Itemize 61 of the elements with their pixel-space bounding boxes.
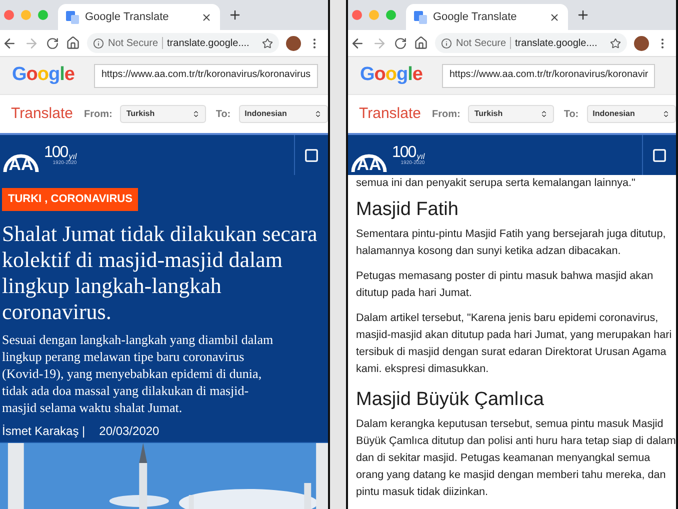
body-paragraph: Dalam artikel tersebut, "Karena jenis baru epidemi coronavirus, masjid-masjid akan ditutup pada hari Jumat, yang merupakan hari tersibuk di masjid dengan surat edaran Direktorat Urusan Agama kami. ekspresi dimasukkan. [356, 311, 673, 377]
url-field[interactable]: https://www.aa.com.tr/tr/koronavirus/koronavirus [94, 64, 318, 88]
target-language-select[interactable]: Indonesian [586, 105, 676, 123]
browser-tab[interactable]: Google Translate [406, 4, 568, 30]
translate-favicon [414, 10, 427, 24]
security-label: Not Secure [108, 36, 158, 50]
target-language-select[interactable]: Indonesian [238, 105, 328, 123]
publish-date: 20/03/2020 [99, 422, 160, 440]
anniversary-suffix: yıl [416, 152, 425, 160]
menu-square-icon[interactable] [304, 148, 319, 162]
bookmark-star-icon[interactable] [262, 38, 273, 48]
address-bar[interactable]: Not Secure translate.google.... [87, 33, 279, 53]
close-tab-icon[interactable] [549, 12, 560, 22]
from-label: From: [432, 108, 460, 122]
url-field[interactable]: https://www.aa.com.tr/tr/koronavirus/koronavir [442, 64, 656, 88]
browser-tab[interactable]: Google Translate [58, 4, 220, 30]
reload-icon[interactable] [394, 36, 407, 50]
google-logo: Google [12, 63, 74, 88]
anniversary-number: 100 [44, 144, 68, 160]
back-icon[interactable] [350, 36, 365, 50]
back-icon[interactable] [2, 36, 17, 50]
select-arrow-icon [192, 110, 200, 118]
select-arrow-icon [662, 110, 670, 118]
home-icon[interactable] [66, 36, 80, 50]
profile-avatar[interactable] [634, 36, 649, 50]
author-name[interactable]: İsmet Karakaş | [2, 422, 86, 440]
google-logo: Google [360, 63, 422, 88]
new-tab-icon[interactable] [228, 8, 242, 22]
to-label: To: [564, 108, 579, 122]
home-icon[interactable] [414, 36, 428, 50]
info-icon [93, 38, 104, 48]
translate-title: Translate [11, 104, 73, 124]
info-icon [441, 38, 452, 48]
translate-title: Translate [359, 104, 421, 124]
select-arrow-icon [314, 110, 322, 118]
to-label: To: [216, 108, 231, 122]
reload-icon[interactable] [46, 36, 59, 50]
anniversary-number: 100 [392, 144, 416, 160]
translate-favicon [66, 10, 79, 24]
source-language-select[interactable]: Turkish [120, 105, 206, 123]
from-label: From: [84, 108, 112, 122]
anniversary-suffix: yıl [68, 152, 77, 160]
source-language-select[interactable]: Turkish [468, 105, 554, 123]
page-address: translate.google.... [515, 36, 598, 50]
body-paragraph: Dalam kerangka keputusan tersebut, semua pintu masuk Masjid Büyük Çamlıca ditutup dan polisi anti huru hara tetap siap di dalam dan di sekitar masjid. Petugas keamanan menyangkal semua orang yang datang ke masjid dengan memberi tahu mereka, dan pintu masuk tidak diizinkan. [356, 417, 676, 500]
address-bar[interactable]: Not Secure translate.google.... [435, 33, 627, 53]
security-label: Not Secure [456, 36, 506, 50]
section-heading: Masjid Büyük Çamlıca [356, 388, 545, 412]
new-tab-icon[interactable] [576, 8, 590, 22]
body-paragraph: Petugas memasang poster di pintu masuk bahwa masjid akan ditutup pada hari Jumat. [356, 269, 654, 301]
select-arrow-icon [540, 110, 548, 118]
body-paragraph: Sementara pintu-pintu Masjid Fatih yang bersejarah juga ditutup, halamannya kosong dan sunyi ketika adzan dibacakan. [356, 227, 667, 259]
bookmark-star-icon[interactable] [610, 38, 621, 48]
close-tab-icon[interactable] [201, 12, 212, 22]
section-heading: Masjid Fatih [356, 198, 460, 222]
article-title: Shalat Jumat tidak dilakukan secara kolektif di masjid-masjid dalam lingkup langkah-langkah coronavirus. [1, 220, 318, 324]
profile-avatar[interactable] [286, 36, 301, 50]
article-summary: Sesuai dengan langkah-langkah yang diambil dalam lingkup perang melawan tipe baru coronavirus (Kovid-19), yang menyebabkan epidemi di dunia, tidak ada doa massal yang dilakukan di masjid-masjid selama waktu shalat Jumat. [1, 330, 274, 416]
body-paragraph: semua ini dan penyakit serupa serta kemalangan lainnya." [356, 176, 636, 191]
menu-square-icon[interactable] [652, 148, 667, 162]
page-address: translate.google.... [167, 36, 250, 50]
